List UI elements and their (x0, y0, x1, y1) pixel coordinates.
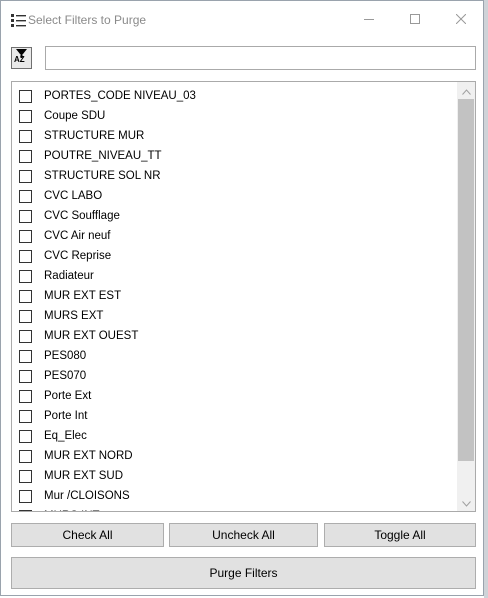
filter-label: POUTRE_NIVEAU_TT (44, 150, 162, 162)
sort-az-icon: AZ (13, 47, 30, 69)
list-item[interactable]: STRUCTURE MUR (12, 126, 457, 146)
list-item[interactable]: STRUCTURE SOL NR (12, 166, 457, 186)
filter-checkbox[interactable] (19, 489, 32, 503)
list-icon (11, 14, 26, 27)
window-title: Select Filters to Purge (28, 13, 147, 27)
list-item[interactable]: MURS EXT (12, 306, 457, 326)
filter-list-items: PORTES_CODE NIVEAU_03 Coupe SDU STRUCTURE … (12, 86, 457, 511)
filter-checkbox[interactable] (19, 269, 32, 283)
uncheck-all-button[interactable]: Uncheck All (169, 523, 318, 547)
chevron-up-icon (461, 82, 471, 100)
list-item[interactable]: PORTES_CODE NIVEAU_03 (12, 86, 457, 106)
purge-filters-dialog: Select Filters to Purge AZ PORTES_CODE N… (0, 0, 484, 596)
filter-checkbox[interactable] (19, 429, 32, 443)
vertical-scrollbar[interactable] (457, 82, 475, 511)
filter-label: MUR EXT NORD (44, 450, 133, 462)
maximize-icon (410, 11, 420, 29)
filter-checkbox[interactable] (19, 509, 32, 511)
filter-checkbox[interactable] (19, 249, 32, 263)
close-icon (455, 11, 467, 29)
filter-label: PES080 (44, 350, 87, 362)
filter-label: CVC Soufflage (44, 210, 120, 222)
filter-checkbox[interactable] (19, 309, 32, 323)
filter-label: PORTES_CODE NIVEAU_03 (44, 90, 196, 102)
list-item[interactable]: PES080 (12, 346, 457, 366)
list-item[interactable]: CVC Soufflage (12, 206, 457, 226)
title-bar[interactable]: Select Filters to Purge (1, 1, 483, 39)
filter-label: CVC LABO (44, 190, 103, 202)
list-item[interactable]: Coupe SDU (12, 106, 457, 126)
list-item[interactable]: CVC Air neuf (12, 226, 457, 246)
list-item[interactable]: Radiateur (12, 266, 457, 286)
sort-button[interactable]: AZ (11, 47, 32, 69)
filter-label: CVC Air neuf (44, 230, 111, 242)
list-item[interactable]: Porte Int (12, 406, 457, 426)
filter-label: STRUCTURE MUR (44, 130, 145, 142)
filter-label: MURS INT (44, 510, 100, 511)
filter-label: MUR EXT OUEST (44, 330, 139, 342)
list-item[interactable]: Eq_Elec (12, 426, 457, 446)
filter-checkbox[interactable] (19, 189, 32, 203)
filter-checkbox[interactable] (19, 129, 32, 143)
maximize-button[interactable] (392, 1, 438, 39)
check-all-button[interactable]: Check All (11, 523, 164, 547)
toggle-all-button[interactable]: Toggle All (324, 523, 476, 547)
filter-checkbox[interactable] (19, 409, 32, 423)
filter-checkbox[interactable] (19, 149, 32, 163)
filter-label: Radiateur (44, 270, 94, 282)
filter-checkbox[interactable] (19, 169, 32, 183)
filter-label: PES070 (44, 370, 87, 382)
list-item[interactable]: MURS INT (12, 506, 457, 511)
filter-label: Mur /CLOISONS (44, 490, 130, 502)
scroll-up-button[interactable] (457, 82, 475, 99)
filter-label: Porte Ext (44, 390, 92, 402)
list-item[interactable]: CVC Reprise (12, 246, 457, 266)
search-input[interactable] (45, 46, 476, 70)
filter-checkbox[interactable] (19, 469, 32, 483)
filter-label: Eq_Elec (44, 430, 87, 442)
background-window-edge (484, 0, 488, 598)
purge-filters-button[interactable]: Purge Filters (11, 557, 476, 589)
scroll-down-button[interactable] (457, 494, 475, 511)
filter-label: MURS EXT (44, 310, 104, 322)
filter-label: MUR EXT SUD (44, 470, 124, 482)
filter-list[interactable]: PORTES_CODE NIVEAU_03 Coupe SDU STRUCTURE … (11, 81, 476, 512)
minimize-icon (364, 11, 374, 29)
filter-checkbox[interactable] (19, 349, 32, 363)
filter-checkbox[interactable] (19, 389, 32, 403)
chevron-down-icon (461, 494, 471, 512)
filter-checkbox[interactable] (19, 229, 32, 243)
filter-checkbox[interactable] (19, 209, 32, 223)
filter-checkbox[interactable] (19, 449, 32, 463)
filter-label: Porte Int (44, 410, 88, 422)
list-item[interactable]: MUR EXT EST (12, 286, 457, 306)
list-item[interactable]: MUR EXT NORD (12, 446, 457, 466)
filter-checkbox[interactable] (19, 109, 32, 123)
filter-label: Coupe SDU (44, 110, 106, 122)
close-button[interactable] (438, 1, 483, 39)
list-item[interactable]: POUTRE_NIVEAU_TT (12, 146, 457, 166)
filter-checkbox[interactable] (19, 89, 32, 103)
list-item[interactable]: PES070 (12, 366, 457, 386)
list-item[interactable]: MUR EXT SUD (12, 466, 457, 486)
scroll-thumb[interactable] (458, 99, 474, 461)
filter-label: CVC Reprise (44, 250, 112, 262)
sort-button-label: AZ (14, 55, 25, 64)
filter-checkbox[interactable] (19, 369, 32, 383)
filter-checkbox[interactable] (19, 289, 32, 303)
list-item[interactable]: Mur /CLOISONS (12, 486, 457, 506)
filter-label: STRUCTURE SOL NR (44, 170, 161, 182)
list-item[interactable]: Porte Ext (12, 386, 457, 406)
filter-checkbox[interactable] (19, 329, 32, 343)
list-item[interactable]: CVC LABO (12, 186, 457, 206)
filter-label: MUR EXT EST (44, 290, 122, 302)
minimize-button[interactable] (346, 1, 392, 39)
list-item[interactable]: MUR EXT OUEST (12, 326, 457, 346)
